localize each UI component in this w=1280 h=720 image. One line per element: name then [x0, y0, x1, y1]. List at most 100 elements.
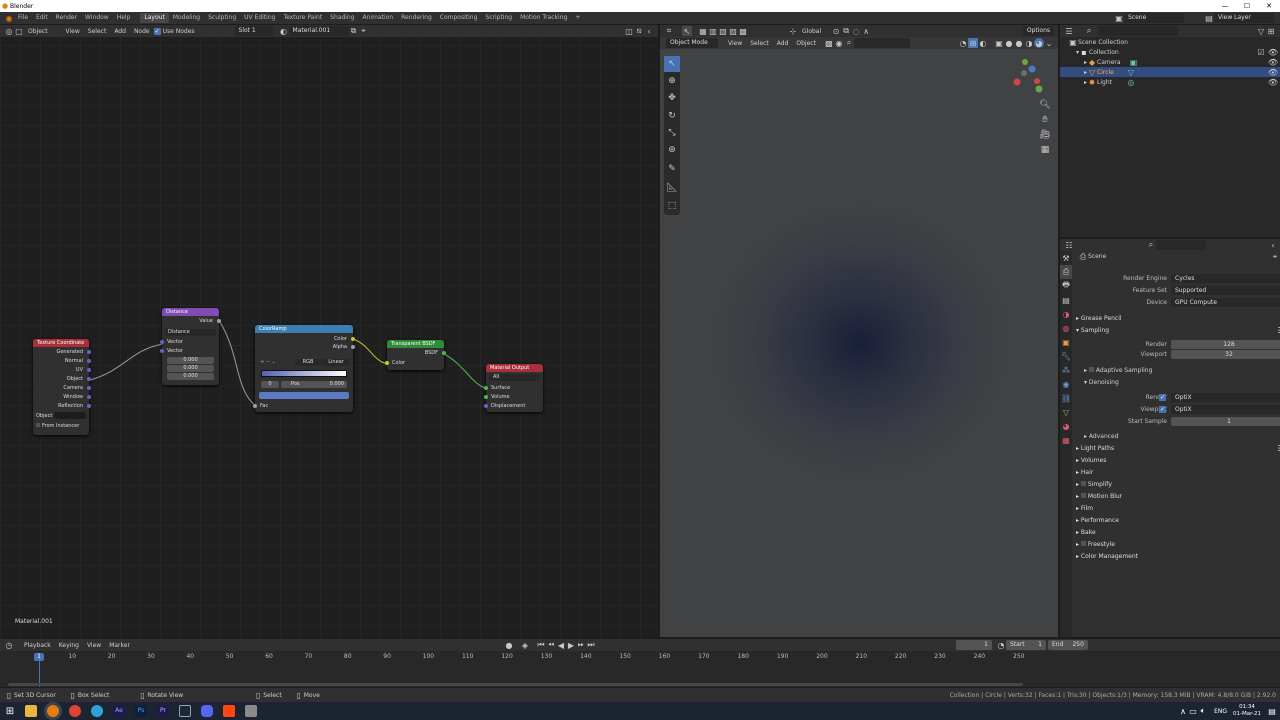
zoom-icon[interactable]: 🔍︎: [1037, 97, 1053, 112]
outliner-item-collection[interactable]: ▾ ▪ Collection ☑ 👁︎: [1060, 47, 1280, 57]
blender-taskbar-icon[interactable]: [47, 705, 59, 717]
editor-type-icon[interactable]: ◷: [4, 640, 14, 650]
play-reverse-icon[interactable]: ◀: [556, 640, 566, 650]
panel-film[interactable]: ▸ Film: [1072, 503, 1280, 514]
checkbox-icon[interactable]: [1088, 367, 1094, 372]
world-tab-icon[interactable]: ◍: [1060, 321, 1072, 335]
node-texture-coordinate[interactable]: Texture Coordinate Generated Normal UV O…: [33, 339, 91, 435]
eye-icon[interactable]: 👁︎: [1268, 67, 1278, 77]
stop-position-field[interactable]: Pos 0.000: [281, 381, 347, 388]
cursor-tool-icon[interactable]: ⊕: [664, 72, 680, 89]
transform-orientation-dropdown[interactable]: Global: [798, 28, 825, 35]
editor-type-icon[interactable]: ☷: [1064, 240, 1074, 250]
chrome-icon[interactable]: [69, 705, 81, 717]
scene-tab-icon[interactable]: ◑: [1060, 307, 1072, 321]
workspace-tab-uv-editing[interactable]: UV Editing: [240, 13, 279, 23]
texture-tab-icon[interactable]: ▦: [1060, 433, 1072, 447]
menu-add[interactable]: Add: [773, 40, 793, 47]
pin-icon[interactable]: ⌖: [1270, 252, 1280, 262]
language-indicator[interactable]: ENG: [1208, 708, 1233, 715]
panel-freestyle[interactable]: ▸ Freestyle: [1072, 539, 1280, 550]
timeline[interactable]: ◷ Playback Keying View Marker ● ◈ ⏮︎ ⏪︎ …: [0, 639, 1280, 687]
properties-editor[interactable]: ☷ ⌕ ‹ ⚒ ⎙ 🖶︎ ▤ ◑ ◍ ▣ 🔧︎ ⁂ ◉ ⛓︎ ▽ ◕ ▦ ⎙ S…: [1060, 239, 1280, 637]
workspace-tab-layout[interactable]: Layout: [140, 13, 169, 23]
panel-performance[interactable]: ▸ Performance: [1072, 515, 1280, 526]
socket-color-out[interactable]: [351, 337, 355, 341]
falloff-icon[interactable]: ∧: [861, 26, 871, 36]
proportional-icon[interactable]: ◌: [851, 26, 861, 36]
playback-menu[interactable]: Playback: [20, 642, 55, 649]
from-instancer-checkbox[interactable]: From Instancer: [36, 423, 79, 429]
transform-tool-icon[interactable]: ⊛: [664, 141, 680, 159]
menu-render[interactable]: Render: [52, 13, 81, 23]
stop-index-field[interactable]: 0: [261, 381, 279, 388]
menu-view[interactable]: View: [83, 642, 105, 649]
close-button[interactable]: ✕: [1258, 2, 1280, 10]
discord-icon[interactable]: [201, 705, 213, 717]
shading-wireframe-icon[interactable]: ●: [1004, 38, 1014, 48]
socket-uv[interactable]: [87, 368, 91, 372]
panel-grease-pencil[interactable]: ▸ Grease Pencil: [1072, 313, 1280, 324]
search-icon[interactable]: ⌕: [1146, 240, 1156, 250]
network-icon[interactable]: ▭: [1188, 706, 1198, 716]
app-icon[interactable]: [245, 705, 257, 717]
node-distance[interactable]: Distance Value Distance Vector Vector 0.…: [160, 308, 221, 385]
workspace-tab-sculpting[interactable]: Sculpting: [204, 13, 240, 23]
panel-hair[interactable]: ▸ Hair: [1072, 467, 1280, 478]
playhead-frame-label[interactable]: 1: [34, 653, 44, 661]
target-dropdown[interactable]: All: [489, 374, 540, 381]
socket-generated[interactable]: [87, 350, 91, 354]
prev-keyframe-icon[interactable]: ⏪︎: [546, 640, 556, 650]
play-icon[interactable]: ▶: [566, 640, 576, 650]
node-header[interactable]: Distance: [162, 308, 219, 316]
notification-icon[interactable]: ▤: [1267, 706, 1277, 716]
visibility-icon[interactable]: ◉: [834, 38, 844, 48]
tool-tab-icon[interactable]: ⚒: [1060, 251, 1072, 265]
workspace-tab-modeling[interactable]: Modeling: [169, 13, 204, 23]
premiere-icon[interactable]: Pr: [157, 705, 169, 717]
workspace-tab-texture-paint[interactable]: Texture Paint: [279, 13, 326, 23]
extend-select-icon[interactable]: ▥: [708, 26, 718, 36]
socket-vector-2[interactable]: [160, 349, 164, 353]
outliner-item-circle[interactable]: ▸ ▽ Circle ▽ 👁︎: [1060, 67, 1280, 77]
display-mode-icon[interactable]: ⌕: [1084, 26, 1094, 36]
navigation-gizmo[interactable]: [1012, 55, 1052, 95]
panel-advanced[interactable]: ▸ Advanced: [1072, 431, 1280, 442]
socket-displacement[interactable]: [484, 404, 488, 408]
mode-dropdown[interactable]: Object Mode: [666, 38, 718, 48]
windows-start-icon[interactable]: ⊞: [0, 702, 20, 720]
menu-select[interactable]: Select: [746, 40, 773, 47]
socket-normal[interactable]: [87, 359, 91, 363]
checkbox-checked-icon[interactable]: ✓: [1159, 406, 1166, 413]
blender-menu-icon[interactable]: ◉: [4, 13, 14, 23]
device-dropdown[interactable]: GPU Compute: [1171, 298, 1280, 307]
vector-x-field[interactable]: 0.000: [167, 357, 214, 364]
render-tab-icon[interactable]: ⎙: [1060, 265, 1072, 279]
shading-solid-icon[interactable]: ●: [1014, 38, 1024, 48]
menu-file[interactable]: File: [14, 13, 32, 23]
preview-range-icon[interactable]: ◔: [996, 640, 1006, 650]
maximize-button[interactable]: ☐: [1236, 2, 1258, 10]
modifier-tab-icon[interactable]: 🔧︎: [1060, 349, 1072, 363]
invert-select-icon[interactable]: ▨: [728, 26, 738, 36]
checkbox-icon[interactable]: [1080, 493, 1086, 498]
scale-tool-icon[interactable]: ⤡: [664, 124, 680, 141]
object-field[interactable]: [54, 412, 86, 419]
start-frame-field[interactable]: Start 1: [1005, 640, 1046, 650]
move-tool-icon[interactable]: ✥: [664, 89, 680, 107]
vector-z-field[interactable]: 0.000: [167, 373, 214, 380]
pivot-icon[interactable]: ⊙: [831, 26, 841, 36]
vector-y-field[interactable]: 0.000: [167, 365, 214, 372]
socket-color-in[interactable]: [385, 361, 389, 365]
options-dropdown[interactable]: Options: [1022, 26, 1054, 36]
camera-view-icon[interactable]: 🎥︎: [1037, 127, 1053, 142]
properties-search[interactable]: [1156, 240, 1206, 250]
panel-volumes[interactable]: ▸ Volumes: [1072, 455, 1280, 466]
socket-value[interactable]: [217, 319, 221, 323]
clock[interactable]: 01:34 01-Mar-21: [1233, 704, 1267, 718]
edge-icon[interactable]: [91, 705, 103, 717]
box-select-icon[interactable]: ▦: [698, 26, 708, 36]
scene-selector[interactable]: Scene: [1124, 13, 1184, 23]
shading-material-icon[interactable]: ◑: [1024, 38, 1034, 48]
interpolation-dropdown[interactable]: Linear: [322, 359, 350, 366]
